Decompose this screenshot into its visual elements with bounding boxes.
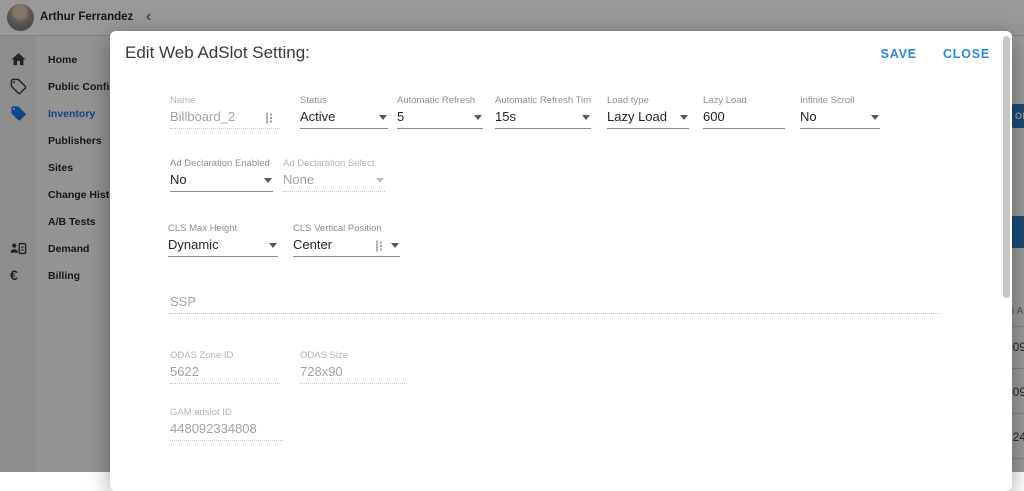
dropdown-caret-icon xyxy=(474,115,482,120)
field-label: ODAS Size xyxy=(300,350,407,362)
odas-size-input: ODAS Size 728x90 xyxy=(300,350,407,384)
modal-title: Edit Web AdSlot Setting: xyxy=(125,43,310,63)
field-value: Active xyxy=(300,109,388,129)
lazy-load-input[interactable]: Lazy Load 600 xyxy=(703,95,785,129)
dropdown-caret-icon xyxy=(379,115,387,120)
load-type-select[interactable]: Load type Lazy Load xyxy=(607,95,689,129)
dropdown-caret-icon xyxy=(376,178,384,183)
field-value: 15s xyxy=(495,109,591,129)
cls-max-height-select[interactable]: CLS Max Height Dynamic xyxy=(168,223,278,257)
field-label: Status xyxy=(300,95,388,107)
edit-adslot-modal: Edit Web AdSlot Setting: SAVE CLOSE Name… xyxy=(110,31,1012,491)
field-value: 448092334808 xyxy=(170,421,283,441)
cls-vertical-position-select[interactable]: CLS Vertical Position Center xyxy=(293,223,400,257)
field-label: Infinite Scroll xyxy=(800,95,880,107)
field-value: Lazy Load xyxy=(607,109,689,129)
field-value: 5 xyxy=(397,109,483,129)
field-label: Automatic Refresh xyxy=(397,95,483,107)
infinite-scroll-select[interactable]: Infinite Scroll No xyxy=(800,95,880,129)
status-select[interactable]: Status Active xyxy=(300,95,388,129)
dropdown-caret-icon xyxy=(269,243,277,248)
field-label: CLS Max Height xyxy=(168,223,278,235)
field-value: 600 xyxy=(703,109,785,129)
dropdown-caret-icon xyxy=(871,115,879,120)
automatic-refresh-select[interactable]: Automatic Refresh 5 xyxy=(397,95,483,129)
dropdown-caret-icon xyxy=(391,243,399,248)
field-label: Automatic Refresh Time... xyxy=(495,95,591,107)
field-label: Load type xyxy=(607,95,689,107)
field-value: 5622 xyxy=(170,364,280,384)
dropdown-caret-icon xyxy=(264,178,272,183)
ssp-input: SSP xyxy=(170,294,940,314)
field-label: CLS Vertical Position xyxy=(293,223,400,235)
save-button[interactable]: SAVE xyxy=(881,47,917,61)
field-value: No xyxy=(170,172,273,192)
field-value: 728x90 xyxy=(300,364,407,384)
name-input: Name Billboard_2 xyxy=(170,95,280,129)
close-button[interactable]: CLOSE xyxy=(943,47,990,61)
field-placeholder: SSP xyxy=(170,294,940,314)
odas-zone-id-input: ODAS Zone ID 5622 xyxy=(170,350,280,384)
text-cursor-icon xyxy=(264,111,274,123)
modal-scrollbar-thumb[interactable] xyxy=(1003,36,1010,298)
ad-declaration-select: Ad Declaration Select None xyxy=(283,158,385,192)
gam-adslot-id-input: GAM adslot ID 448092334808 xyxy=(170,407,283,441)
dropdown-caret-icon xyxy=(582,115,590,120)
ad-declaration-enabled-select[interactable]: Ad Declaration Enabled No xyxy=(170,158,273,192)
field-label: GAM adslot ID xyxy=(170,407,283,419)
field-value: None xyxy=(283,172,385,192)
field-label: Ad Declaration Select xyxy=(283,158,385,170)
field-label: ODAS Zone ID xyxy=(170,350,280,362)
field-label: Ad Declaration Enabled xyxy=(170,158,273,170)
automatic-refresh-time-select[interactable]: Automatic Refresh Time... 15s xyxy=(495,95,591,129)
field-label: Lazy Load xyxy=(703,95,785,107)
dropdown-caret-icon xyxy=(680,115,688,120)
field-value: No xyxy=(800,109,880,129)
text-cursor-icon xyxy=(374,239,384,251)
field-label: Name xyxy=(170,95,280,107)
field-value: Dynamic xyxy=(168,237,278,257)
